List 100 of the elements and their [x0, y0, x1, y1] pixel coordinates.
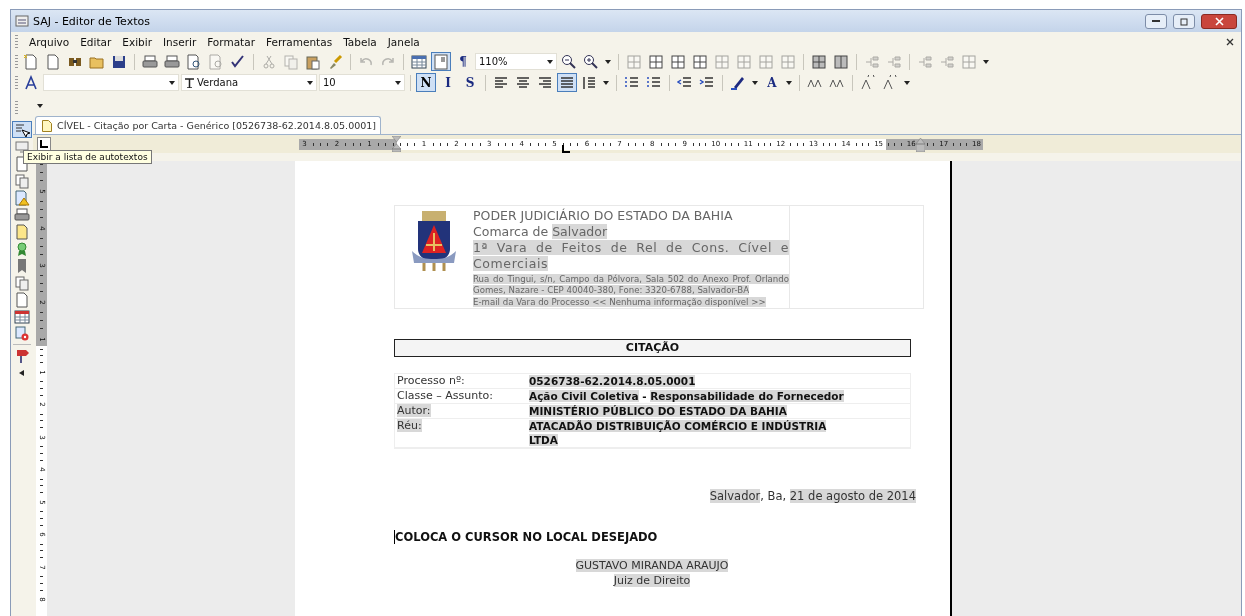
field-value: 0526738-62.2014.8.05.0001 [529, 373, 910, 389]
warning-page-icon [14, 189, 30, 206]
menu-item[interactable]: Tabela [343, 35, 377, 48]
align-right-icon [537, 74, 553, 91]
menu-item[interactable]: Exibir [122, 35, 152, 48]
tree-icon [939, 53, 955, 70]
calendar-icon [14, 308, 30, 325]
zoom-in-icon [583, 53, 599, 70]
printer-icon [142, 53, 158, 70]
dropdown-field[interactable]: 110% [475, 53, 557, 70]
split-cells-icon [864, 53, 880, 70]
format-button[interactable]: ¶ [453, 52, 473, 71]
date-text: Salvador, Ba, 21 de agosto de 2014 [708, 488, 916, 503]
dropdown-field[interactable]: Verdana [181, 74, 317, 91]
grid-icon [648, 53, 664, 70]
spellcheck-icon [230, 53, 246, 70]
toolbar-button[interactable] [409, 52, 429, 71]
restore-button[interactable] [1173, 13, 1195, 29]
grid-icon [692, 53, 708, 70]
toolbar-grip [15, 34, 18, 49]
grid-icon [714, 53, 730, 70]
tab-stop-icon[interactable] [562, 144, 570, 153]
align-center-icon [515, 74, 531, 91]
minimize-button[interactable] [1145, 13, 1167, 29]
table-columns-icon [833, 53, 849, 70]
restore-icon [1179, 16, 1189, 26]
paper-icon [14, 291, 30, 308]
header-text: Comarca de Salvador [473, 224, 609, 240]
toolbar-grip [15, 75, 18, 90]
menu-item[interactable]: Ferramentas [265, 35, 333, 48]
menu-item[interactable]: Formatar [207, 35, 255, 48]
align-left-icon [493, 74, 509, 91]
dropdown-arrow-icon [307, 80, 313, 85]
justify-icon [559, 74, 575, 91]
printer-icon [14, 206, 30, 223]
tree-icon [886, 53, 902, 70]
signature-text: GUSTAVO MIRANDA ARAUJO [574, 557, 730, 573]
close-icon [1214, 16, 1224, 26]
caret-icon [983, 59, 989, 64]
zoom-out-icon [561, 53, 577, 70]
tab-stop-button[interactable] [37, 137, 51, 151]
dropdown-arrow-icon [169, 80, 175, 85]
menu-item[interactable]: Inserir [162, 35, 197, 48]
side-tool-button[interactable] [12, 121, 32, 138]
indent-marker-icon[interactable] [916, 135, 925, 152]
toolbar-grip [15, 101, 18, 115]
field-value: ATACADÃO DISTRIBUIÇÃO COMÉRCIO E INDÚSTRIA LTDA [529, 418, 910, 448]
caret-icon [786, 80, 792, 85]
app-icon [15, 14, 29, 28]
preview-icon [208, 53, 224, 70]
menu-item[interactable]: Editar [80, 35, 112, 48]
format-button[interactable]: S [460, 73, 480, 92]
copy-icon [283, 53, 299, 70]
caret-icon [603, 80, 609, 85]
field-label: Réu: [395, 418, 529, 448]
signature-text: Juiz de Direito [612, 572, 692, 588]
clipboard-icon [305, 53, 321, 70]
gear-page-icon [14, 325, 30, 342]
menu-item[interactable]: Arquivo [29, 35, 70, 48]
field-label: Processo nº: [395, 373, 529, 389]
menu-item[interactable]: Janela [387, 35, 420, 48]
new-page-icon [23, 53, 39, 70]
preview-icon [186, 53, 202, 70]
page-layout-icon [433, 53, 449, 70]
close-button[interactable] [1201, 13, 1237, 29]
close-document-icon[interactable] [1225, 36, 1235, 47]
stacked-pages-icon [14, 274, 30, 291]
caret-icon [37, 103, 43, 108]
dropdown-field[interactable] [43, 74, 179, 91]
dropdown-arrow-icon [547, 59, 553, 64]
style-icon [23, 74, 39, 91]
format-button[interactable]: A [762, 73, 782, 92]
format-button[interactable]: N [416, 73, 436, 92]
dropdown-arrow-icon [395, 80, 401, 85]
tooltip: Exibir a lista de autotextos [23, 150, 152, 164]
address-text: Rua do Tingui, s/n, Campo da Pólvora, Sala 502 do Anexo Prof. Orlando Gomes, Nazare - CEP 40040-380, Fone: 3320-6788, Salvador-BA [473, 274, 789, 295]
table-rows-icon [811, 53, 827, 70]
indent-marker-icon[interactable] [392, 135, 401, 152]
change-case-icon [882, 74, 898, 91]
field-value: MINISTÉRIO PÚBLICO DO ESTADO DA BAHIA [529, 403, 910, 419]
printer-icon [164, 53, 180, 70]
caret-icon [605, 59, 611, 64]
dropdown-field[interactable]: 10 [319, 74, 405, 91]
tab-stop-icon [40, 140, 48, 148]
toolbar-grip [15, 54, 18, 69]
address-text: E-mail da Vara do Processo << Nenhuma informação disponível >> [473, 297, 767, 308]
toolbar-button[interactable] [809, 52, 829, 71]
table-icon [411, 53, 427, 70]
caret-icon [904, 80, 910, 85]
toolbar-button[interactable] [557, 73, 577, 92]
field-label: Autor: [395, 403, 529, 419]
minimize-icon [1152, 20, 1160, 22]
format-button[interactable]: I [438, 73, 458, 92]
grid-icon [670, 53, 686, 70]
highlighter-icon [730, 74, 746, 91]
change-case-icon [860, 74, 876, 91]
scissors-icon [261, 53, 277, 70]
field-value: Ação Civil Coletiva - Responsabilidade do Fornecedor [529, 388, 910, 404]
document-tab[interactable]: CÍVEL - Citação por Carta - Genérico [0526738-62.2014.8.05.0001] [35, 116, 381, 134]
header-text: PODER JUDICIÁRIO DO ESTADO DA BAHIA [473, 208, 734, 224]
